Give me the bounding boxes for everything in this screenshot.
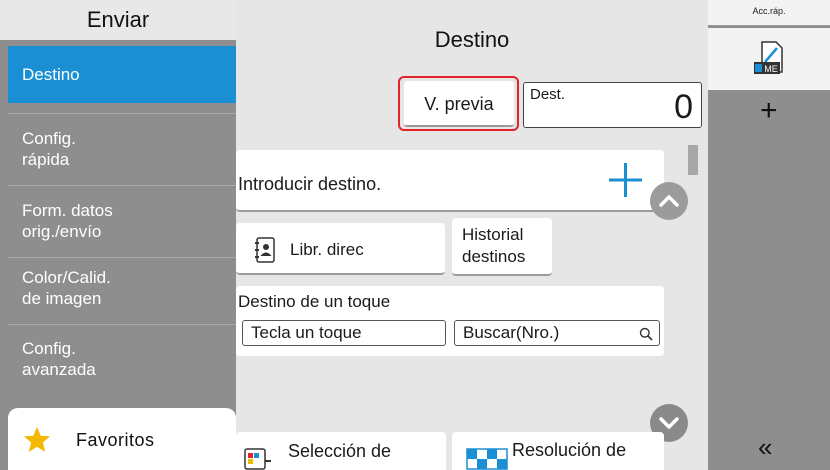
nav-item-label: Config.: [22, 339, 76, 358]
panel-title: Enviar: [0, 0, 236, 40]
add-icon: [609, 163, 642, 197]
nav-item-label: Color/Calid.: [22, 268, 111, 287]
address-book-button[interactable]: Libr. direc: [236, 223, 445, 275]
nav-item-label: Destino: [22, 65, 80, 84]
star-icon: [23, 426, 51, 452]
svg-text:ME: ME: [764, 64, 778, 74]
add-shortcut-button[interactable]: +: [760, 94, 778, 128]
history-line-1: Historial: [462, 225, 524, 244]
quick-access-tab[interactable]: Acc.ráp.: [708, 0, 830, 26]
one-touch-title: Destino de un toque: [238, 292, 391, 311]
enter-destination-label: Introducir destino.: [238, 174, 382, 194]
nav-divider: [8, 185, 236, 186]
left-panel: Enviar Destino Config. rápida Form. dato…: [0, 0, 236, 470]
chevron-up-icon: [659, 195, 679, 207]
main-panel: Destino V. previa Dest. 0 Introducir des…: [236, 0, 708, 470]
one-touch-key-button[interactable]: Tecla un toque: [242, 320, 446, 346]
nav-item-label: rápida: [22, 150, 70, 169]
destination-counter-label: Dest.: [530, 86, 566, 103]
destination-history-button[interactable]: Historial destinos: [452, 218, 552, 276]
search-icon: [639, 327, 653, 341]
nav-item-form-datos[interactable]: Form. datos orig./envío: [8, 190, 236, 252]
resolution-grid-icon: [466, 448, 508, 470]
preview-button[interactable]: V. previa: [404, 81, 514, 127]
resolution-label: Resolución de: [512, 440, 627, 460]
send-shortcut-icon: ME: [754, 41, 783, 74]
nav-divider: [8, 113, 236, 114]
history-line-2: destinos: [462, 247, 526, 266]
nav-item-config-rapida[interactable]: Config. rápida: [8, 118, 236, 180]
enter-destination-button[interactable]: Introducir destino.: [236, 150, 664, 212]
right-panel: Acc.ráp. ME + «: [708, 0, 830, 470]
nav-item-config-avanzada[interactable]: Config. avanzada: [8, 328, 236, 390]
destination-history-label: Historial destinos: [462, 224, 525, 268]
resolution-button[interactable]: Resolución de: [452, 432, 664, 470]
favorites-button[interactable]: Favoritos: [8, 408, 236, 470]
one-touch-section: Destino de un toque Tecla un toque Busca…: [236, 286, 664, 356]
favorites-label: Favoritos: [76, 430, 155, 450]
nav-divider: [8, 324, 236, 325]
nav-item-destino[interactable]: Destino: [8, 46, 236, 103]
nav-item-label: Form. datos: [22, 201, 113, 220]
nav-item-label: de imagen: [22, 289, 102, 308]
scrollbar-thumb[interactable]: [688, 145, 698, 175]
search-number-field[interactable]: Buscar(Nro.): [454, 320, 660, 346]
collapse-panel-button[interactable]: «: [758, 432, 772, 463]
search-number-label: Buscar(Nro.): [463, 323, 560, 342]
color-selection-label: Selección de: [288, 441, 392, 461]
destination-counter: Dest. 0: [523, 82, 702, 128]
scroll-up-button[interactable]: [650, 182, 688, 220]
address-book-icon: [255, 237, 275, 263]
nav-item-color-calidad[interactable]: Color/Calid. de imagen: [8, 257, 236, 319]
nav-item-label: avanzada: [22, 360, 96, 379]
color-selection-icon: [244, 448, 271, 470]
page-title: Destino: [434, 27, 510, 52]
destination-count: 0: [674, 88, 693, 126]
address-book-label: Libr. direc: [290, 240, 364, 259]
color-selection-button[interactable]: Selección de: [236, 432, 446, 470]
quick-access-shortcut[interactable]: ME: [708, 28, 830, 90]
nav-item-label: Config.: [22, 129, 76, 148]
nav-item-label: orig./envío: [22, 222, 102, 241]
